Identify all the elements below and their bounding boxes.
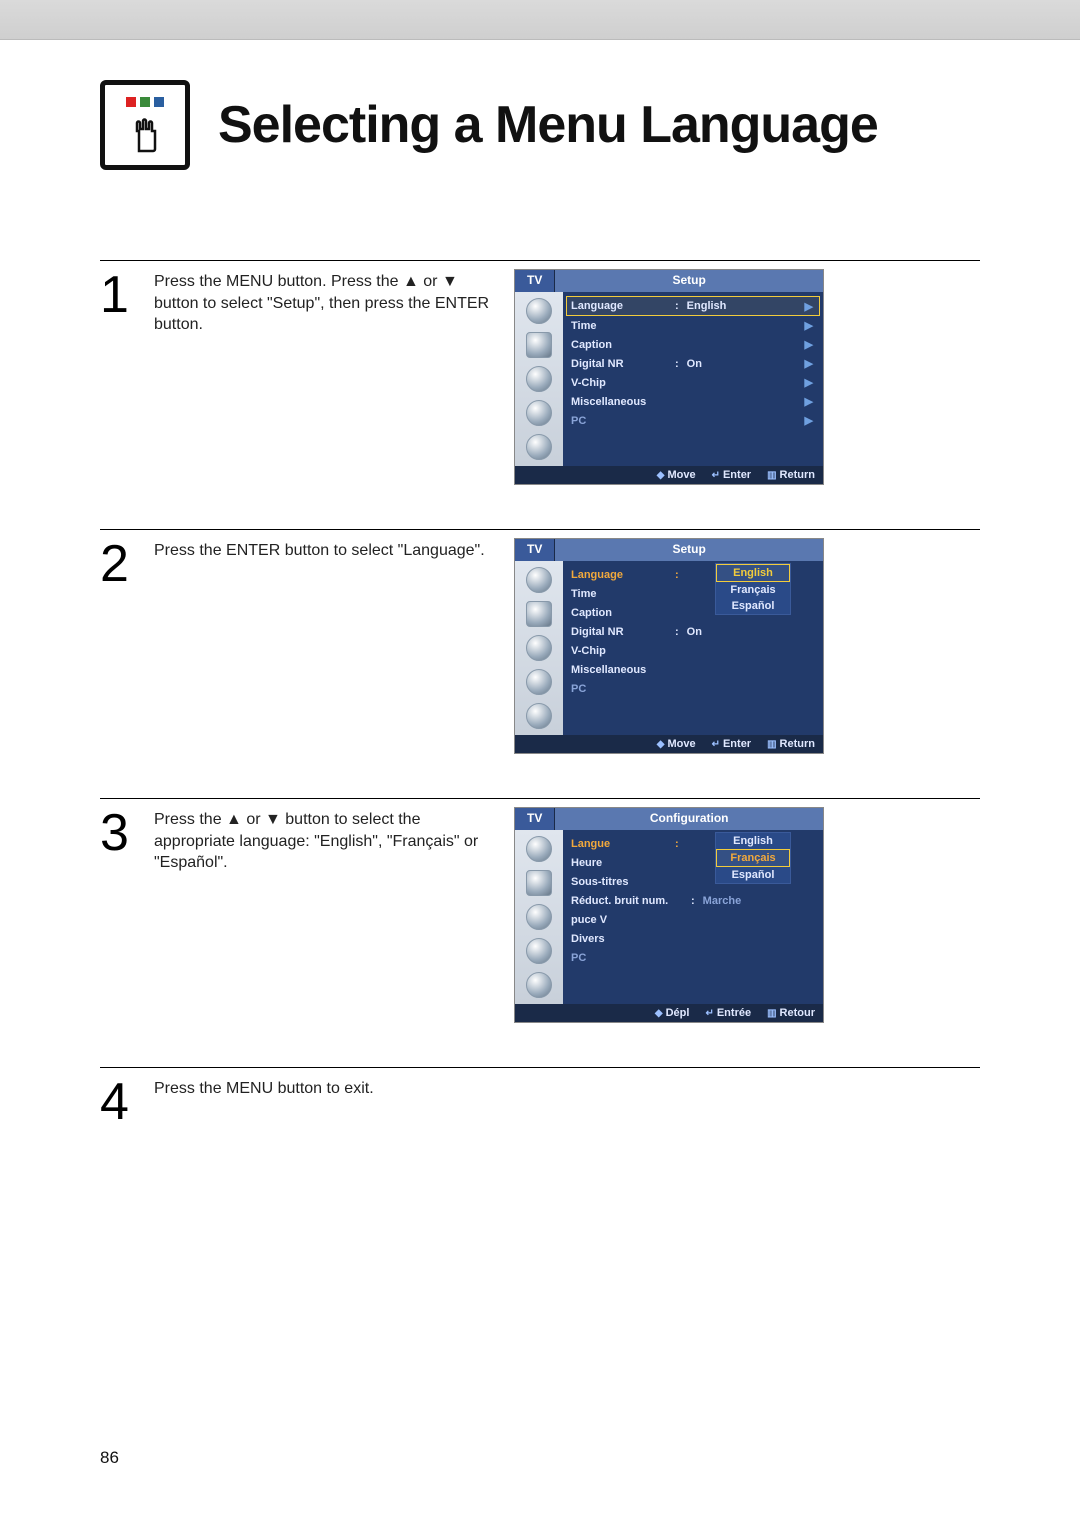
lang-option-espanol[interactable]: Español — [716, 598, 790, 614]
step-text: Press the ▲ or ▼ button to select the ap… — [154, 807, 494, 1023]
tv-tab: TV — [515, 539, 555, 561]
tv-footer: ◆Move ↵Enter ▥Return — [515, 735, 823, 753]
lang-option-francais[interactable]: Français — [716, 849, 790, 867]
sidebar-icon — [526, 870, 552, 896]
page-title: Selecting a Menu Language — [218, 95, 878, 155]
sidebar-icon — [526, 366, 552, 392]
sidebar-icon — [526, 635, 552, 661]
sidebar-icon — [526, 938, 552, 964]
menu-row-pc[interactable]: PC — [567, 948, 819, 967]
chevron-right-icon: ▶ — [805, 300, 815, 313]
chevron-right-icon: ▶ — [805, 319, 815, 332]
return-icon: ▥ — [767, 739, 776, 750]
menu-row-misc[interactable]: Miscellaneous ▶ — [567, 392, 819, 411]
tv-sidebar — [515, 561, 563, 735]
chevron-right-icon: ▶ — [805, 414, 815, 427]
menu-row-pc[interactable]: PC — [567, 679, 819, 698]
menu-row-caption[interactable]: Caption ▶ — [567, 335, 819, 354]
step-number: 3 — [100, 807, 134, 1023]
section-icon — [100, 80, 190, 170]
chevron-right-icon: ▶ — [805, 338, 815, 351]
sidebar-icon — [526, 601, 552, 627]
page-number: 86 — [100, 1448, 119, 1468]
tv-menu-title: Setup — [555, 539, 823, 561]
menu-row-time[interactable]: Time ▶ — [567, 316, 819, 335]
tv-tab: TV — [515, 270, 555, 292]
sidebar-icon — [526, 332, 552, 358]
menu-row-vchip[interactable]: V-Chip — [567, 641, 819, 660]
menu-row-reduct-bruit[interactable]: Réduct. bruit num. : Marche — [567, 891, 819, 910]
lang-option-english[interactable]: English — [716, 564, 790, 582]
tv-footer: ◆Move ↵Enter ▥Return — [515, 466, 823, 484]
page-top-texture — [0, 0, 1080, 40]
lang-option-espanol[interactable]: Español — [716, 867, 790, 883]
menu-row-vchip[interactable]: V-Chip ▶ — [567, 373, 819, 392]
tv-menu-title: Setup — [555, 270, 823, 292]
menu-row-misc[interactable]: Miscellaneous — [567, 660, 819, 679]
menu-row-language[interactable]: Language : English ▶ — [566, 296, 820, 316]
step-number: 4 — [100, 1076, 134, 1137]
sidebar-icon — [526, 669, 552, 695]
step-2: 2 Press the ENTER button to select "Lang… — [100, 509, 980, 778]
updown-icon: ◆ — [655, 1008, 663, 1019]
step-text: Press the MENU button. Press the ▲ or ▼ … — [154, 269, 494, 485]
tv-menu-configuration: TV Configuration — [514, 807, 824, 1023]
step-3: 3 Press the ▲ or ▼ button to select the … — [100, 778, 980, 1047]
updown-icon: ◆ — [657, 470, 665, 481]
sidebar-icon — [526, 836, 552, 862]
sidebar-icon — [526, 298, 552, 324]
tv-menu-title: Configuration — [555, 808, 823, 830]
tv-menu-setup-2: TV Setup — [514, 538, 824, 754]
sidebar-icon — [526, 703, 552, 729]
menu-row-puce-v[interactable]: puce V — [567, 910, 819, 929]
sidebar-icon — [526, 400, 552, 426]
tv-tab: TV — [515, 808, 555, 830]
menu-row-divers[interactable]: Divers — [567, 929, 819, 948]
chevron-right-icon: ▶ — [805, 376, 815, 389]
language-dropdown: English Français Español — [715, 832, 791, 884]
tv-sidebar — [515, 292, 563, 466]
lang-option-francais[interactable]: Français — [716, 582, 790, 598]
return-icon: ▥ — [767, 1008, 776, 1019]
hand-icon — [125, 113, 165, 153]
sidebar-icon — [526, 972, 552, 998]
updown-icon: ◆ — [657, 739, 665, 750]
menu-row-pc[interactable]: PC ▶ — [567, 411, 819, 430]
sidebar-icon — [526, 434, 552, 460]
sidebar-icon — [526, 567, 552, 593]
step-number: 1 — [100, 269, 134, 485]
tv-menu-setup-1: TV Setup — [514, 269, 824, 485]
step-text: Press the MENU button to exit. — [154, 1076, 494, 1137]
language-dropdown: English Français Español — [715, 563, 791, 615]
enter-icon: ↵ — [712, 739, 720, 750]
title-row: Selecting a Menu Language — [100, 80, 980, 170]
enter-icon: ↵ — [712, 470, 720, 481]
enter-icon: ↵ — [705, 1008, 713, 1019]
chevron-right-icon: ▶ — [805, 357, 815, 370]
tv-sidebar — [515, 830, 563, 1004]
sidebar-icon — [526, 904, 552, 930]
lang-option-english[interactable]: English — [716, 833, 790, 849]
menu-row-digital-nr[interactable]: Digital NR : On — [567, 622, 819, 641]
step-1: 1 Press the MENU button. Press the ▲ or … — [100, 240, 980, 509]
step-text: Press the ENTER button to select "Langua… — [154, 538, 494, 754]
step-number: 2 — [100, 538, 134, 754]
step-4: 4 Press the MENU button to exit. — [100, 1047, 980, 1161]
chevron-right-icon: ▶ — [805, 395, 815, 408]
return-icon: ▥ — [767, 470, 776, 481]
tv-footer: ◆Dépl ↵Entrée ▥Retour — [515, 1004, 823, 1022]
menu-row-digital-nr[interactable]: Digital NR : On ▶ — [567, 354, 819, 373]
